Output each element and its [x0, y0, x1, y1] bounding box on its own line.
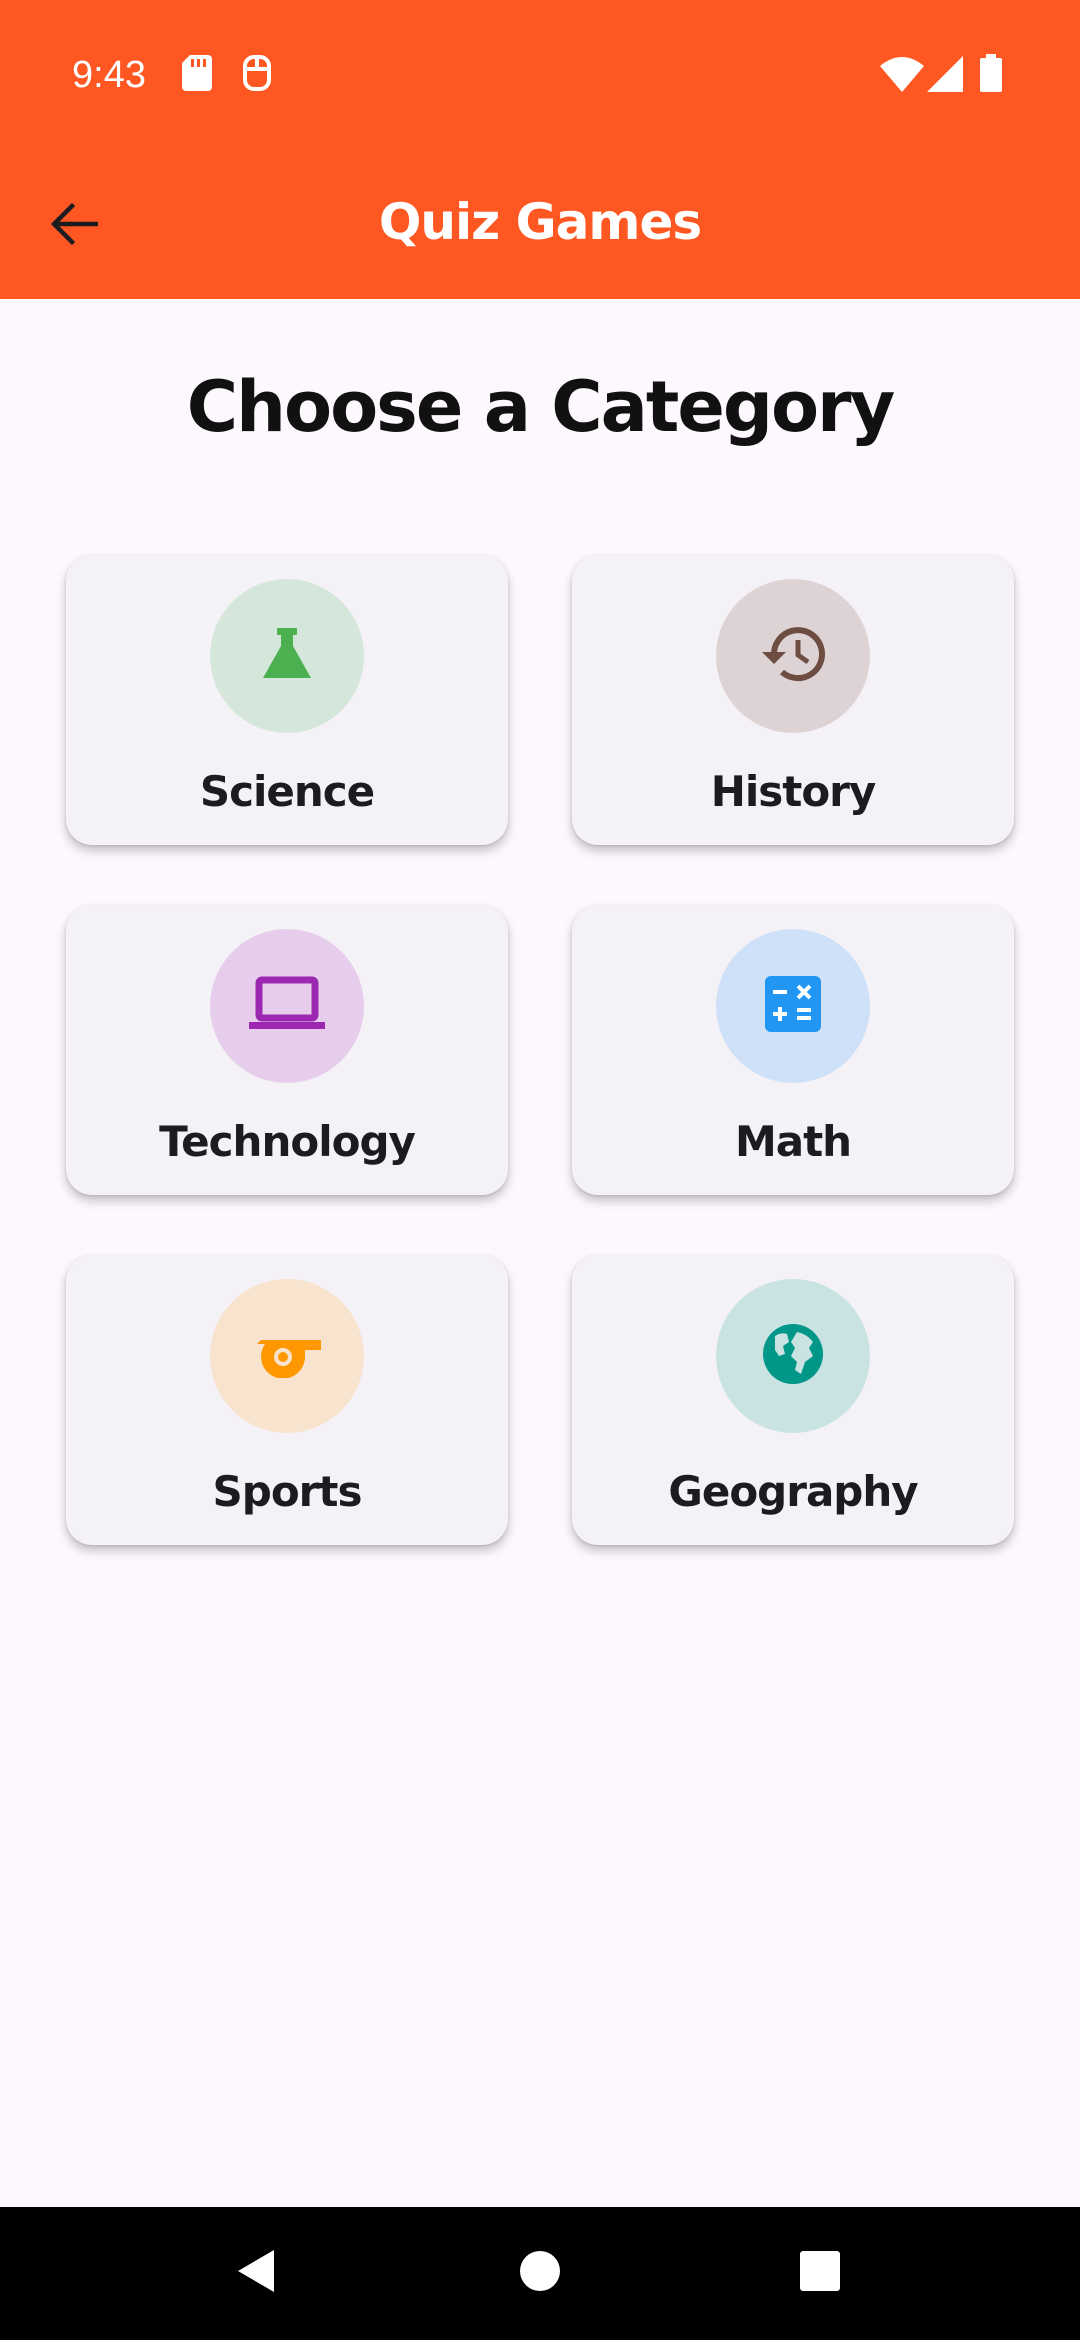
status-bar: 9:43: [0, 0, 1080, 150]
globe-icon: [761, 1322, 825, 1390]
category-card-sports[interactable]: Sports: [66, 1255, 508, 1545]
category-icon-circle: [210, 929, 364, 1083]
history-icon: [758, 622, 828, 690]
whistle-icon: [251, 1330, 323, 1382]
category-label: Math: [734, 1117, 852, 1166]
nav-back-button[interactable]: [216, 2233, 296, 2313]
category-icon-circle: [210, 579, 364, 733]
category-icon-circle: [716, 1279, 870, 1433]
nav-home-icon: [519, 2250, 561, 2296]
cellular-signal-icon: [927, 56, 963, 96]
category-card-math[interactable]: Math: [572, 905, 1014, 1195]
category-card-geography[interactable]: Geography: [572, 1255, 1014, 1545]
notification-app-icon: [242, 55, 272, 95]
nav-recents-icon: [799, 2250, 841, 2296]
category-label: Technology: [159, 1117, 416, 1166]
category-card-technology[interactable]: Technology: [66, 905, 508, 1195]
category-card-history[interactable]: History: [572, 555, 1014, 845]
category-label: History: [710, 767, 877, 816]
wifi-icon: [880, 56, 924, 96]
category-label: Sports: [212, 1467, 363, 1516]
calculator-icon: [763, 974, 823, 1038]
category-icon-circle: [716, 929, 870, 1083]
nav-recents-button[interactable]: [780, 2233, 860, 2313]
app-bar: Quiz Games: [0, 150, 1080, 299]
flask-icon: [257, 624, 317, 688]
sd-card-icon: [182, 55, 212, 95]
category-card-science[interactable]: Science: [66, 555, 508, 845]
page-heading: Choose a Category: [186, 366, 895, 448]
category-label: Science: [199, 767, 375, 816]
system-nav-bar: [0, 2207, 1080, 2340]
battery-icon: [980, 54, 1002, 96]
category-icon-circle: [210, 1279, 364, 1433]
status-time: 9:43: [72, 54, 146, 96]
nav-home-button[interactable]: [500, 2233, 580, 2313]
category-label: Geography: [668, 1467, 918, 1516]
nav-back-icon: [236, 2248, 276, 2298]
category-icon-circle: [716, 579, 870, 733]
app-title: Quiz Games: [378, 193, 702, 251]
laptop-icon: [247, 976, 327, 1036]
